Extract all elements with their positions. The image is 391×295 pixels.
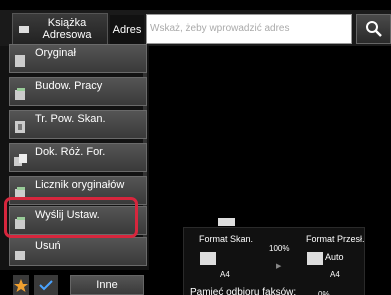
job-build-icon	[14, 87, 27, 101]
scan-size: A4	[220, 270, 230, 279]
fax-memory-value: 0%	[318, 290, 330, 295]
send-format-label: Format Przesł.	[306, 234, 365, 244]
send-size: A4	[330, 270, 340, 279]
confirm-button[interactable]	[34, 275, 58, 295]
menu-item-label: Licznik oryginałów	[35, 179, 125, 191]
send-value: Auto	[325, 252, 344, 262]
original-icon	[218, 218, 235, 226]
menu-item-scan-mode[interactable]: Tr. Pow. Skan.	[9, 110, 147, 139]
send-page-icon	[307, 252, 323, 265]
other-button[interactable]: Inne	[70, 275, 144, 295]
document-icon	[14, 54, 27, 68]
menu-item-label: Usuń	[35, 240, 61, 252]
star-icon	[14, 279, 28, 292]
search-button[interactable]	[356, 14, 391, 44]
search-icon	[366, 21, 382, 37]
mixed-size-icon	[14, 153, 27, 167]
menu-item-delete[interactable]: Usuń	[9, 237, 147, 266]
address-input[interactable]: Wskaż, żeby wprowadzić adres	[146, 14, 352, 44]
scan-page-icon	[200, 252, 216, 265]
menu-item-mixed-size[interactable]: Dok. Róż. For.	[9, 143, 147, 172]
arrow-icon: ▶	[276, 263, 282, 270]
menu-item-label: Tr. Pow. Skan.	[35, 113, 106, 125]
selection-highlight	[4, 197, 138, 238]
menu-item-label: Budow. Pracy	[35, 80, 103, 92]
scan-format-label: Format Skan.	[199, 234, 254, 244]
menu-item-original[interactable]: Oryginał	[9, 44, 147, 73]
delete-icon	[14, 247, 27, 261]
scan-mode-icon	[14, 120, 27, 134]
menu-item-label: Dok. Róż. For.	[35, 146, 106, 158]
zoom-value: 100%	[269, 244, 290, 253]
book-icon	[19, 26, 29, 33]
fax-memory-label: Pamięć odbioru faksów:	[190, 287, 297, 295]
address-book-button[interactable]: Książka Adresowa	[12, 13, 108, 45]
fax-screen: Książka Adresowa Adres Wskaż, żeby wprow…	[0, 0, 391, 295]
check-icon	[39, 280, 53, 291]
menu-item-job-build[interactable]: Budow. Pracy	[9, 77, 147, 106]
address-button[interactable]: Adres	[110, 15, 144, 45]
favorite-button[interactable]	[13, 275, 29, 295]
menu-item-label: Oryginał	[35, 47, 76, 59]
